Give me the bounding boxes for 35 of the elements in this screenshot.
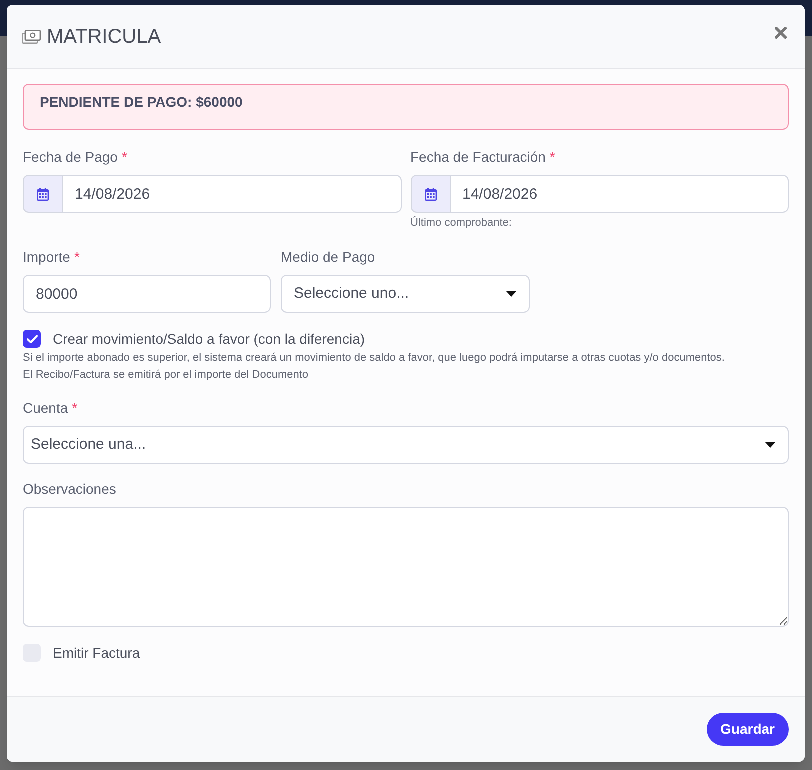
- date-input[interactable]: 14/08/2026: [63, 175, 402, 213]
- required-mark: *: [122, 148, 128, 167]
- save-button[interactable]: Guardar: [706, 713, 789, 746]
- close-icon: [775, 26, 787, 38]
- caret-icon: [765, 442, 776, 448]
- checkbox[interactable]: [23, 330, 41, 348]
- amount-input[interactable]: 80000: [23, 275, 271, 313]
- check-icon: [26, 334, 38, 344]
- field-label: Observaciones: [23, 480, 116, 499]
- calendar-icon: [424, 188, 436, 200]
- field-label: Fecha de Pago: [23, 148, 118, 167]
- banknote-icon: [22, 30, 41, 44]
- field-label: Fecha de Facturación: [410, 148, 546, 167]
- required-mark: *: [550, 148, 556, 167]
- select-field[interactable]: Seleccione una...: [23, 426, 789, 464]
- help-text: Si el importe abonado es superior, el sistema creará un movimiento de saldo a favor, que luego podrá imputarse a otras cuotas y/o documentos.: [23, 351, 726, 366]
- calendar-icon: [37, 188, 49, 200]
- checkbox-label: Crear movimiento/Saldo a favor (con la diferencia): [53, 330, 366, 349]
- help-text: El Recibo/Factura se emitirá por el importe del Documento: [23, 368, 310, 383]
- date-input[interactable]: 14/08/2026: [450, 175, 789, 213]
- field-label: Medio de Pago: [281, 248, 376, 267]
- calendar-addon[interactable]: [410, 175, 450, 213]
- hint-text: Último comprobante:: [410, 216, 513, 231]
- field-label: Cuenta: [23, 399, 68, 418]
- field-label: Importe: [23, 248, 70, 267]
- alert-text: PENDIENTE DE PAGO: $60000: [40, 94, 243, 110]
- required-mark: *: [72, 399, 78, 418]
- caret-icon: [506, 291, 517, 297]
- textarea-field[interactable]: [23, 507, 789, 627]
- checkbox-label: Emitir Factura: [53, 644, 140, 663]
- select-field[interactable]: Seleccione uno...: [281, 275, 530, 313]
- close-button[interactable]: [774, 26, 788, 40]
- window-title: MATRICULA: [47, 24, 162, 50]
- required-mark: *: [74, 248, 80, 267]
- calendar-addon[interactable]: [23, 175, 63, 213]
